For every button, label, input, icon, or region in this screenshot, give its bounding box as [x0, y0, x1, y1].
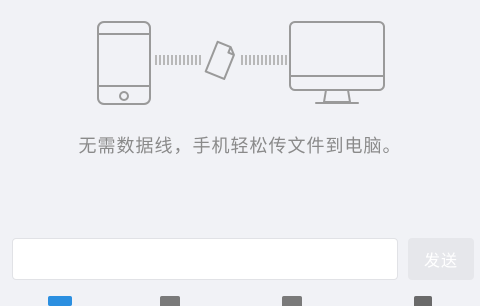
connection-dots-left [155, 55, 201, 65]
message-input[interactable] [12, 238, 398, 280]
file-icon [204, 40, 235, 80]
send-button[interactable]: 发送 [408, 238, 474, 280]
folder-icon[interactable] [282, 296, 302, 306]
document-icon[interactable] [414, 296, 432, 306]
image-icon[interactable] [48, 296, 72, 306]
monitor-icon [289, 21, 385, 104]
attachment-toolbar [0, 292, 480, 306]
phone-icon [97, 21, 151, 105]
compose-bar: 发送 [0, 232, 480, 286]
camera-icon[interactable] [160, 296, 180, 306]
connection-dots-right [241, 55, 287, 65]
tagline-text: 无需数据线，手机轻松传文件到电脑。 [78, 136, 402, 157]
transfer-illustration [0, 0, 480, 120]
